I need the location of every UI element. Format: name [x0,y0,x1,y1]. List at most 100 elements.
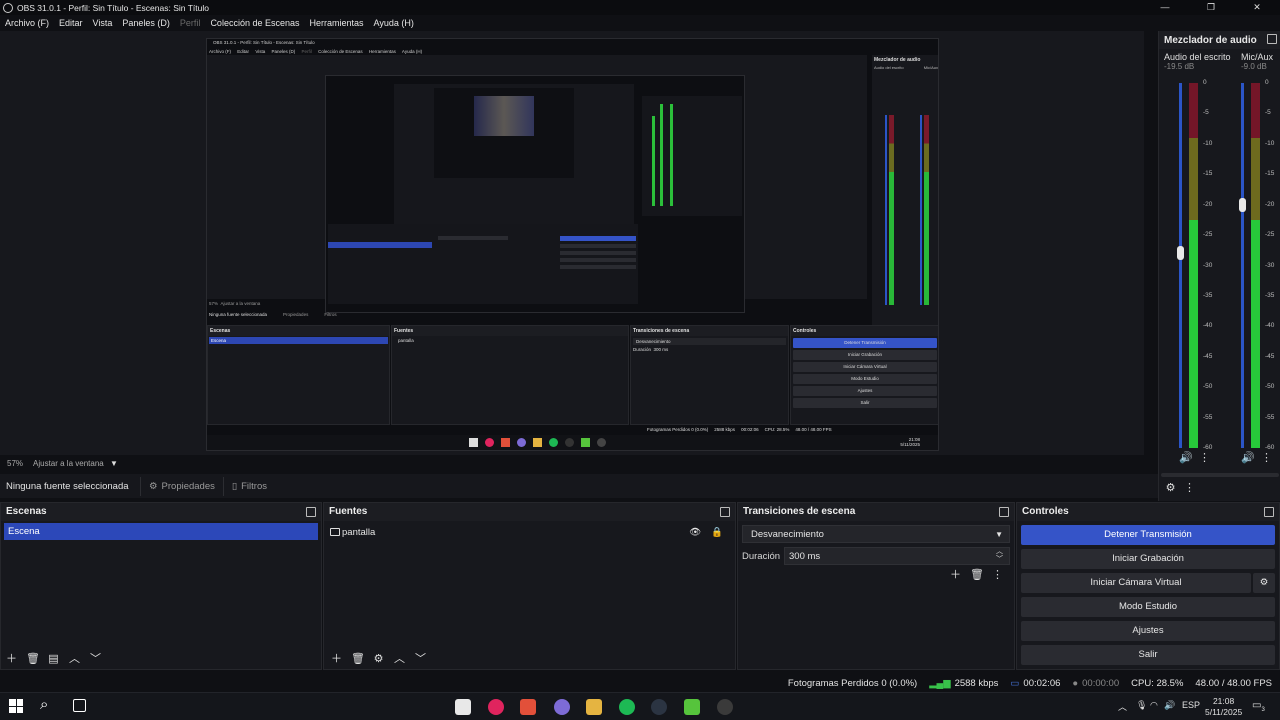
undock-icon[interactable] [1264,507,1274,517]
more-vertical-icon[interactable]: ⋮ [991,569,1004,582]
lock-icon[interactable]: 🔒 [711,527,723,538]
clock[interactable]: 21:08 5/11/2025 [1205,696,1242,718]
spotify-icon[interactable] [619,699,635,715]
minecraft-launcher-icon[interactable] [684,699,700,715]
start-virtual-camera-button[interactable]: Iniciar Cámara Virtual [1021,573,1251,593]
speaker-icon[interactable]: 🔊 [1179,452,1193,465]
maximize-button[interactable]: ❐ [1188,0,1234,15]
db-tick-label: -25 [1203,231,1213,239]
chevron-up-icon[interactable]: ︿ [393,653,406,666]
undock-icon[interactable] [306,507,316,517]
mixer-scrollbar[interactable] [1161,473,1279,477]
eye-icon[interactable]: 👁 [689,527,701,538]
close-button[interactable]: ✕ [1234,0,1280,15]
fit-window-dropdown[interactable]: Ajustar a la ventana ▼ [33,459,118,468]
trash-icon[interactable]: 🗑 [26,653,40,666]
studio-mode-button[interactable]: Modo Estudio [1021,597,1275,617]
menu-vista[interactable]: Vista [93,18,113,28]
db-tick-label: -50 [1265,383,1275,391]
start-recording-button[interactable]: Iniciar Grabación [1021,549,1275,569]
add-icon[interactable]: ＋ [330,653,343,666]
exit-button[interactable]: Salir [1021,645,1275,665]
undock-icon[interactable] [999,507,1009,517]
list-item[interactable]: pantalla 👁 🔒 [330,525,729,539]
chevron-down-icon[interactable]: ﹀ [414,653,427,666]
nested-menu: Archivo (F) Editar Vista Paneles (D) Per… [209,49,423,54]
monitor-icon [330,528,340,536]
filter-icon[interactable]: ▤ [47,653,60,666]
add-icon[interactable]: ＋ [949,569,962,582]
menu-perfil[interactable]: Perfil [180,18,201,28]
chevron-up-icon[interactable]: ︿ [68,653,81,666]
more-vertical-icon[interactable]: ⋮ [1198,452,1211,465]
language-indicator[interactable]: ESP [1182,700,1200,710]
volume-meter [1189,83,1198,448]
volume-icon[interactable]: 🔊 [1164,700,1175,711]
gear-icon[interactable]: ⚙ [1253,573,1275,593]
transition-select[interactable]: Desvanecimiento ▼ [742,525,1010,543]
captured-screen: OBS 31.0.1 - Perfil: Sin Título - Escena… [206,38,939,451]
db-tick-label: -15 [1265,170,1275,178]
stop-stream-button[interactable]: Detener Transmisión [1021,525,1275,545]
menu-herramientas[interactable]: Herramientas [310,18,364,28]
properties-button[interactable]: ⚙ Propiedades [140,476,223,496]
microphone-icon[interactable]: 🎙 [1136,700,1147,711]
volume-fader-handle[interactable] [1239,197,1246,212]
task-view-icon[interactable] [73,699,86,712]
minecraft-icon[interactable] [455,699,471,715]
dropped-frames: Fotogramas Perdidos 0 (0.0%) [787,677,918,689]
volume-fader-track[interactable] [1179,83,1182,448]
file-explorer-icon[interactable] [586,699,602,715]
volume-fader-track[interactable] [1241,83,1244,448]
channel-db: -9.0 dB [1241,62,1267,71]
transitions-dock: Transiciones de escena Desvanecimiento ▼… [737,502,1015,670]
menu-ayuda[interactable]: Ayuda (H) [374,18,414,28]
record-icon: ● [1072,677,1079,689]
undock-icon[interactable] [1267,34,1277,44]
windows-start-icon[interactable] [9,699,23,713]
preview-toolbar: 57% Ajustar a la ventana ▼ [0,455,1144,472]
trash-icon[interactable]: 🗑 [351,653,365,666]
menu-archivo[interactable]: Archivo (F) [5,18,49,28]
undock-icon[interactable] [720,507,730,517]
duration-spinbox[interactable]: 300 ms ︿ ﹀ [784,547,1010,565]
add-icon[interactable]: ＋ [5,653,18,666]
brave-browser-icon[interactable] [520,699,536,715]
obs-taskbar-icon[interactable] [717,699,733,715]
nested-mixer: Mezclador de audio Audio del escrito Mic/… [872,55,938,329]
dock-title: Escenas [6,506,47,517]
menu-coleccion[interactable]: Colección de Escenas [210,18,299,28]
chevron-down-icon[interactable]: ﹀ [89,653,102,666]
notification-icon[interactable]: ▭3 [1252,700,1265,713]
search-icon[interactable]: ⌕ [40,696,48,713]
more-vertical-icon[interactable]: ⋮ [1260,452,1273,465]
gear-icon[interactable]: ⚙ [372,653,385,666]
more-vertical-icon[interactable]: ⋮ [1183,482,1196,495]
chevron-down-icon: ▼ [995,530,1003,539]
trash-icon[interactable]: 🗑 [970,569,984,582]
spinner-arrows-icon[interactable]: ︿ ﹀ [996,548,1003,564]
minimize-button[interactable]: — [1142,0,1188,15]
settings-button[interactable]: Ajustes [1021,621,1275,641]
media-player-icon[interactable] [488,699,504,715]
db-tick-label: 0 [1203,79,1207,86]
volume-meter [1251,83,1260,448]
filters-button[interactable]: ▯ Filtros [222,476,275,496]
nested-sources: Fuentes pantalla [391,325,629,425]
menu-paneles[interactable]: Paneles (D) [122,18,170,28]
db-tick-label: -10 [1203,139,1213,147]
discord-chrome-icon[interactable] [554,699,570,715]
speaker-icon[interactable]: 🔊 [1241,452,1255,465]
menu-editar[interactable]: Editar [59,18,83,28]
no-source-label: Ninguna fuente seleccionada [6,480,129,492]
chevron-down-icon: ▼ [109,459,118,468]
list-item[interactable]: Escena [4,523,318,540]
dock-title: Fuentes [329,506,368,517]
steam-icon[interactable] [651,699,667,715]
wifi-icon[interactable]: ◠ [1150,700,1158,711]
db-tick-label: -20 [1203,200,1213,208]
cpu-usage: CPU: 28.5% [1131,677,1184,689]
volume-fader-handle[interactable] [1177,246,1184,261]
gear-icon[interactable]: ⚙ [1164,482,1177,495]
chevron-up-icon[interactable]: ︿ [1118,700,1127,713]
